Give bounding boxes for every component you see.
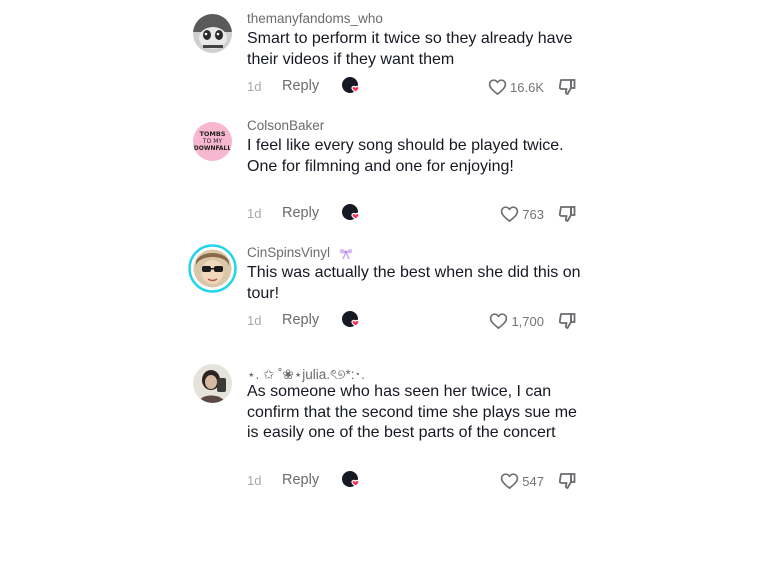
reply-button[interactable]: Reply: [282, 205, 319, 221]
sunglasses-avatar-icon: [188, 244, 237, 293]
avatar[interactable]: [193, 14, 232, 53]
comment-text: This was actually the best when she did …: [247, 264, 581, 302]
comment-text: Smart to perform it twice so they alread…: [247, 30, 573, 68]
comment-username[interactable]: themanyfandoms_who: [247, 11, 383, 26]
comment-time: 1d: [247, 313, 262, 328]
like-button[interactable]: 1,700: [489, 311, 544, 331]
comment-username[interactable]: ColsonBaker: [247, 118, 324, 133]
like-count: 547: [522, 473, 544, 489]
svg-text:TO MY: TO MY: [202, 138, 222, 145]
comment-actions: 1d Reply 16.6K: [247, 77, 577, 97]
stitch-avatar-icon: [193, 14, 232, 53]
reply-button[interactable]: Reply: [282, 472, 319, 488]
thumbs-down-icon[interactable]: [557, 77, 577, 97]
comment-text: I feel like every song should be played …: [247, 137, 564, 175]
reply-button[interactable]: Reply: [282, 78, 319, 94]
creator-liked-icon: [342, 471, 360, 487]
selfie-avatar-icon: [193, 364, 232, 403]
reply-button[interactable]: Reply: [282, 312, 319, 328]
creator-liked-icon: [342, 204, 360, 220]
pink-text-avatar-icon: TOMBS TO MY DOWNFALL: [193, 122, 232, 161]
svg-text:TOMBS: TOMBS: [199, 130, 225, 138]
comment-actions: 1d Reply 763: [247, 204, 577, 224]
creator-liked-icon: [342, 77, 360, 93]
comment-time: 1d: [247, 473, 262, 488]
thumbs-down-icon[interactable]: [557, 204, 577, 224]
thumbs-down-icon[interactable]: [557, 471, 577, 491]
comment-username[interactable]: CinSpinsVinyl: [247, 245, 354, 260]
ribbon-emoji-icon: [339, 249, 353, 260]
avatar[interactable]: [193, 364, 232, 403]
avatar-story-ring[interactable]: [188, 244, 237, 293]
heart-outline-icon: [488, 79, 507, 95]
like-count: 1,700: [511, 313, 544, 329]
comment-text: As someone who has seen her twice, I can…: [247, 383, 577, 441]
like-button[interactable]: 16.6K: [488, 77, 544, 97]
comment-time: 1d: [247, 79, 262, 94]
avatar[interactable]: TOMBS TO MY DOWNFALL: [193, 122, 232, 161]
like-count: 763: [522, 206, 544, 222]
like-count: 16.6K: [510, 79, 544, 95]
username-text: CinSpinsVinyl: [247, 245, 331, 260]
svg-text:DOWNFALL: DOWNFALL: [194, 145, 232, 152]
comment-actions: 1d Reply 547: [247, 471, 577, 491]
like-button[interactable]: 763: [500, 204, 544, 224]
like-button[interactable]: 547: [500, 471, 544, 491]
heart-outline-icon: [501, 473, 519, 489]
creator-liked-icon: [342, 311, 360, 327]
thumbs-down-icon[interactable]: [557, 311, 577, 331]
heart-outline-icon: [501, 206, 519, 222]
heart-outline-icon: [490, 313, 508, 329]
comment-actions: 1d Reply 1,700: [247, 311, 577, 331]
comment-time: 1d: [247, 206, 262, 221]
